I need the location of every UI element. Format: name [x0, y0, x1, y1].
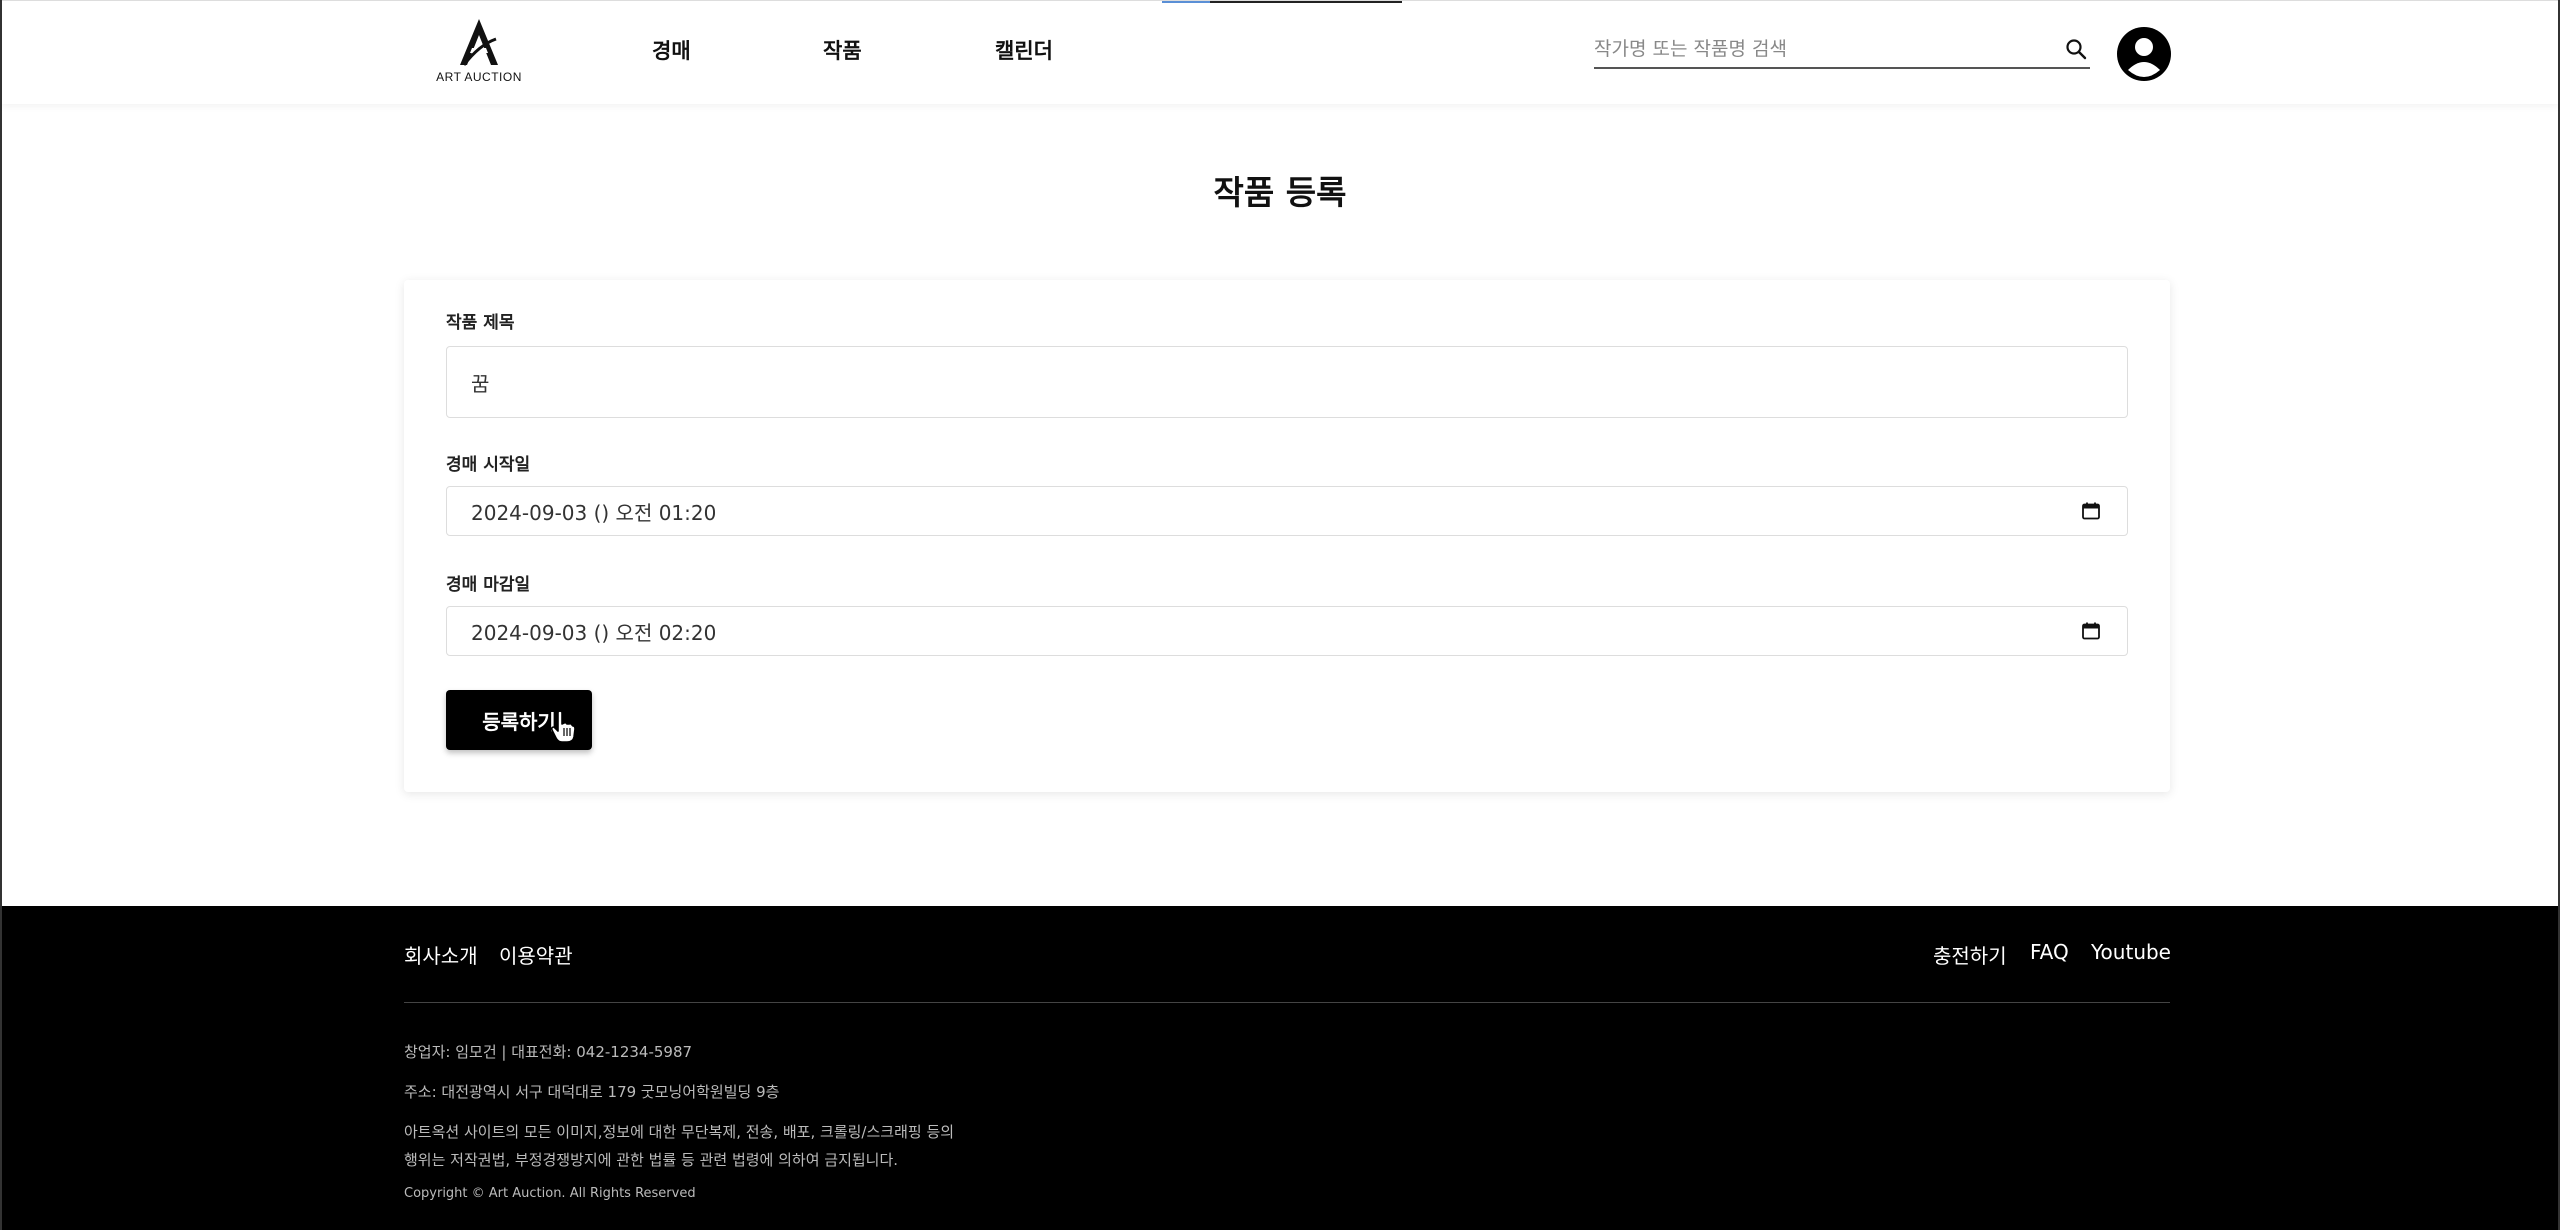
footer-divider	[404, 1002, 2170, 1003]
site-footer: 회사소개 이용약관 충전하기 FAQ Youtube 창업자: 임모건 | 대표…	[2, 906, 2558, 1230]
calendar-icon[interactable]	[2081, 621, 2101, 641]
footer-address: 주소: 대전광역시 서구 대덕대로 179 굿모닝어학원빌딩 9층	[404, 1083, 780, 1101]
start-date-label: 경매 시작일	[446, 455, 531, 475]
title-label: 작품 제목	[446, 313, 515, 333]
footer-link-faq[interactable]: FAQ	[2030, 940, 2069, 964]
footer-link-charge[interactable]: 충전하기	[1933, 940, 2007, 969]
footer-founder: 창업자: 임모건 | 대표전화: 042-1234-5987	[404, 1043, 693, 1061]
footer-notice-2: 행위는 저작권법, 부정경쟁방지에 관한 법률 등 관련 법령에 의하여 금지됩…	[404, 1151, 899, 1169]
footer-link-youtube[interactable]: Youtube	[2091, 940, 2171, 964]
nav-calendar[interactable]: 캘린더	[995, 35, 1053, 65]
footer-notice-1: 아트옥션 사이트의 모든 이미지,정보에 대한 무단복제, 전송, 배포, 크롤…	[404, 1123, 955, 1141]
title-input[interactable]	[446, 346, 2128, 418]
start-date-value: 2024-09-03 () 오전 01:20	[471, 500, 717, 525]
end-date-value: 2024-09-03 () 오전 02:20	[471, 620, 717, 645]
end-date-input[interactable]: 2024-09-03 () 오전 02:20	[446, 606, 2128, 656]
start-date-input[interactable]: 2024-09-03 () 오전 01:20	[446, 486, 2128, 536]
site-header: ART AUCTION 경매 작품 캘린더	[2, 0, 2558, 104]
logo-text: ART AUCTION	[436, 70, 522, 84]
user-avatar-icon[interactable]	[2116, 26, 2172, 82]
footer-link-about[interactable]: 회사소개	[404, 940, 478, 969]
artwork-register-form: 작품 제목 경매 시작일 2024-09-03 () 오전 01:20 경매 마…	[404, 280, 2170, 792]
loading-indicator	[1162, 1, 1402, 3]
search-input[interactable]	[1594, 33, 2034, 65]
footer-copyright: Copyright © Art Auction. All Rights Rese…	[404, 1186, 696, 1201]
page-title: 작품 등록	[1213, 173, 1347, 212]
nav-auction[interactable]: 경매	[652, 35, 691, 65]
search-bar	[1594, 33, 2090, 69]
logo-icon	[460, 19, 498, 66]
end-date-label: 경매 마감일	[446, 575, 531, 595]
nav-artworks[interactable]: 작품	[823, 35, 862, 65]
register-button[interactable]: 등록하기	[446, 690, 592, 750]
calendar-icon[interactable]	[2081, 501, 2101, 521]
logo[interactable]: ART AUCTION	[434, 17, 524, 87]
search-icon[interactable]	[2064, 37, 2088, 61]
footer-link-terms[interactable]: 이용약관	[499, 940, 573, 969]
